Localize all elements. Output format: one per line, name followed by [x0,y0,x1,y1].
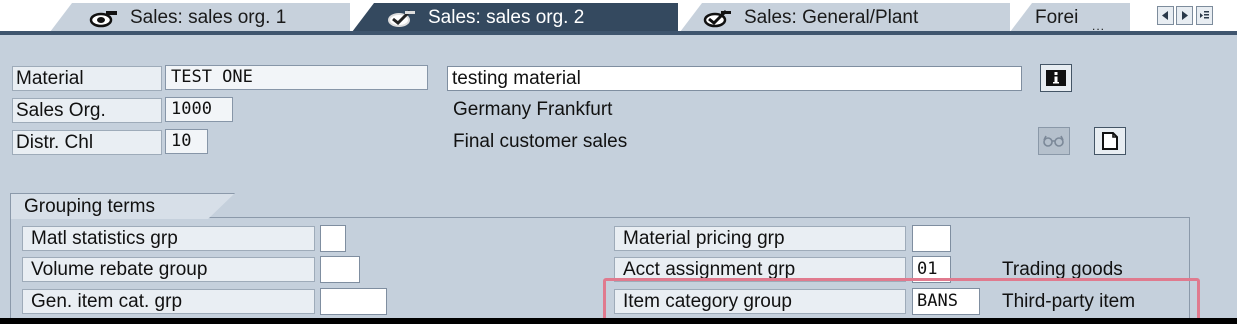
tab-sales-general-plant[interactable]: Sales: General/Plant [680,3,1010,32]
grouping-terms-title: Grouping terms [10,193,235,219]
tab-list-icon [1200,11,1209,19]
volume-rebate-label: Volume rebate group [22,257,315,282]
document-icon [1102,132,1118,150]
info-icon [1046,70,1066,86]
tab-underline [0,31,1237,35]
gen-item-cat-label: Gen. item cat. grp [22,289,315,314]
triangle-right-icon [1182,11,1188,20]
material-number-field: TEST ONE [165,65,428,90]
sales-org-description: Germany Frankfurt [453,99,613,120]
sap-material-screen: Sales: sales org. 1 Sales: sales org. 2 … [0,0,1237,318]
tab-sales-org-2[interactable]: Sales: sales org. 2 [352,3,678,32]
mixed-status-icon [88,8,120,28]
material-description-field[interactable]: testing material [447,66,1022,91]
distr-chl-label: Distr. Chl [12,130,162,155]
scroll-tabs-right-button[interactable] [1176,6,1193,25]
scroll-tabs-left-button[interactable] [1157,6,1174,25]
other-view-button[interactable] [1038,127,1070,155]
checked-status-icon [702,8,734,28]
tab-label: Forei [1035,6,1079,28]
gen-item-cat-field[interactable] [320,288,387,315]
checked-status-icon [386,8,418,28]
tab-label: Sales: sales org. 2 [428,6,585,28]
distr-chl-field: 10 [165,129,208,154]
matl-statistics-field[interactable] [320,225,346,252]
triangle-left-icon [1162,11,1168,20]
matl-statistics-label: Matl statistics grp [22,226,315,251]
material-pricing-label: Material pricing grp [614,226,906,251]
material-label: Material [12,66,162,91]
tab-strip: Sales: sales org. 1 Sales: sales org. 2 … [0,0,1237,34]
material-pricing-field[interactable] [912,225,951,252]
sales-org-label: Sales Org. [12,98,162,123]
tab-label: Sales: sales org. 1 [130,6,287,28]
glasses-icon [1043,135,1064,147]
tab-list-button[interactable] [1196,6,1213,25]
tab-sales-org-1[interactable]: Sales: sales org. 1 [50,3,350,32]
create-document-button[interactable] [1094,127,1126,155]
highlight-annotation [603,278,1200,318]
tab-label: Sales: General/Plant [744,6,919,28]
tab-foreign-trade[interactable]: Forei ... [1010,3,1130,32]
sales-org-field: 1000 [165,97,233,122]
info-button[interactable] [1040,64,1072,92]
volume-rebate-field[interactable] [320,256,360,283]
distr-chl-description: Final customer sales [453,131,628,152]
